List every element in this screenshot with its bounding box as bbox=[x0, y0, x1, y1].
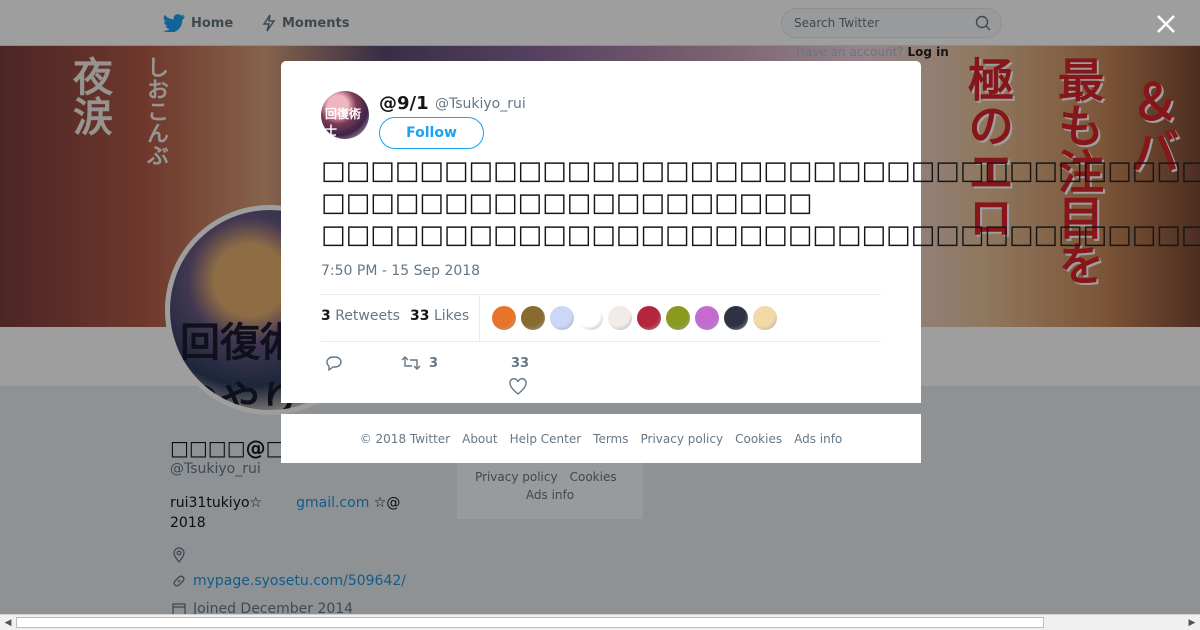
modal-footer: © 2018 Twitter About Help Center Terms P… bbox=[281, 414, 921, 463]
footer-copyright: © 2018 Twitter bbox=[359, 431, 451, 446]
likes-stat[interactable]: 33 Likes bbox=[410, 308, 469, 324]
scroll-left-arrow[interactable]: ◀ bbox=[3, 618, 13, 628]
liker-avatars bbox=[492, 306, 777, 330]
login-prompt: Have an account? Log in bbox=[796, 45, 949, 59]
footer-help-link[interactable]: Help Center bbox=[510, 432, 582, 446]
retweet-icon bbox=[401, 356, 421, 370]
liker-avatar[interactable] bbox=[579, 306, 603, 330]
like-action-count: 33 bbox=[511, 356, 530, 371]
likes-count: 33 bbox=[410, 308, 430, 324]
tweet-text: □□□□□□□□□□□□□□□□□□□□□□□□□□□□□□□□□□□□ □□□… bbox=[321, 155, 1200, 251]
retweet-count: 3 bbox=[321, 308, 331, 324]
retweet-button[interactable]: 3 bbox=[401, 354, 438, 372]
tweet-text-line: □□□□□□□□□□□□□□□□□□□□□□□□□□□□□□□□□□□□□□□□… bbox=[321, 220, 1200, 250]
footer-terms-link[interactable]: Terms bbox=[593, 432, 628, 446]
scroll-right-arrow[interactable]: ▶ bbox=[1187, 618, 1197, 628]
stats-divider bbox=[479, 295, 480, 341]
tweet-avatar-caption: 回復術士 bbox=[325, 107, 362, 138]
tweet-timestamp[interactable]: 7:50 PM - 15 Sep 2018 bbox=[321, 263, 480, 279]
retweet-action-count: 3 bbox=[429, 355, 439, 371]
login-prompt-text: Have an account? bbox=[796, 45, 904, 59]
horizontal-scrollbar[interactable]: ◀ ▶ bbox=[0, 614, 1200, 630]
tweet-text-line: □□□□□□□□□□□□□□□□□□□□□□□□□□□□□□□□□□□□ bbox=[321, 156, 1200, 186]
footer-about-link[interactable]: About bbox=[462, 432, 497, 446]
tweet-author-name[interactable]: @9/1 bbox=[379, 93, 429, 114]
retweet-label: Retweets bbox=[335, 308, 400, 324]
footer-ads-link[interactable]: Ads info bbox=[794, 432, 842, 446]
reply-button[interactable] bbox=[325, 354, 343, 372]
tweet-text-line: □□□□□□□□□□□□□□□□□□□□ bbox=[321, 188, 813, 218]
login-link[interactable]: Log in bbox=[907, 45, 948, 59]
tweet-actions: 3 33 bbox=[321, 351, 881, 401]
tweet-author-avatar[interactable]: 回復術士 bbox=[321, 91, 369, 139]
follow-button[interactable]: Follow bbox=[379, 117, 484, 149]
liker-avatar[interactable] bbox=[492, 306, 516, 330]
liker-avatar[interactable] bbox=[724, 306, 748, 330]
footer-privacy-link[interactable]: Privacy policy bbox=[641, 432, 724, 446]
reply-icon bbox=[326, 356, 342, 372]
tweet-modal: 回復術士 @9/1 @Tsukiyo_rui Follow □□□□□□□□□□… bbox=[281, 61, 1200, 403]
scrollbar-thumb[interactable] bbox=[16, 617, 1044, 628]
likes-label: Likes bbox=[433, 308, 470, 324]
close-icon[interactable] bbox=[1155, 13, 1177, 35]
liker-avatar[interactable] bbox=[753, 306, 777, 330]
tweet-stats: 3 Retweets 33 Likes bbox=[321, 294, 881, 342]
retweet-stat[interactable]: 3 Retweets bbox=[321, 308, 400, 324]
liker-avatar[interactable] bbox=[608, 306, 632, 330]
liker-avatar[interactable] bbox=[521, 306, 545, 330]
liker-avatar[interactable] bbox=[695, 306, 719, 330]
footer-cookies-link[interactable]: Cookies bbox=[735, 432, 782, 446]
liker-avatar[interactable] bbox=[550, 306, 574, 330]
tweet-author-handle[interactable]: @Tsukiyo_rui bbox=[435, 96, 526, 112]
heart-icon[interactable] bbox=[509, 378, 527, 396]
liker-avatar[interactable] bbox=[637, 306, 661, 330]
liker-avatar[interactable] bbox=[666, 306, 690, 330]
